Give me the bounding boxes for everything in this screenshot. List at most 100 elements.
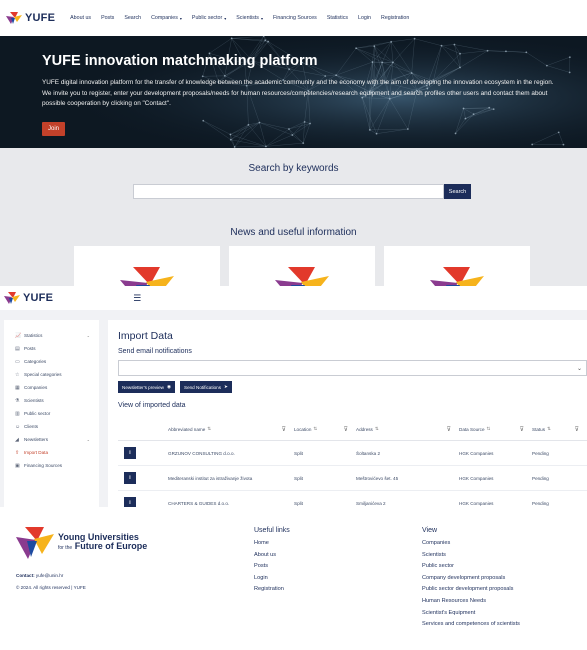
footer-link[interactable]: Services and competences of scientists: [422, 621, 520, 633]
sidebar-item-label: Scientists: [24, 398, 44, 403]
paper-plane-icon: ➤: [224, 384, 228, 389]
sort-icon[interactable]: ⇅: [547, 426, 551, 432]
chevron-down-icon: ▾: [260, 15, 263, 21]
nav-item-statistics[interactable]: Statistics: [322, 15, 353, 21]
search-section: Search by keywords Search News and usefu…: [0, 148, 587, 298]
cell-address: Meštrovićevo šet. 45: [356, 475, 399, 481]
admin-logo[interactable]: YUFE: [4, 292, 53, 304]
filter-icon[interactable]: ⊽: [520, 426, 524, 433]
info-button[interactable]: i: [124, 447, 136, 459]
send-notifications-label: Send Notifications: [184, 384, 222, 390]
institution-icon: ▥: [15, 410, 20, 417]
newsletter-preview-label: Newsletter's preview: [122, 384, 164, 390]
footer-link[interactable]: About us: [254, 552, 290, 564]
table-row[interactable]: i GRZUNOV CONSULTING d.o.o. Split Šoltanska…: [118, 441, 587, 466]
copyright-text: © 2024. All rights reserved | YUFE: [16, 585, 86, 590]
footer-link[interactable]: Public sector development proposals: [422, 586, 520, 598]
chevron-down-icon: ⌄: [576, 366, 582, 372]
useful-links-column: Useful links Home About us Posts Login Regis…: [254, 527, 290, 598]
footer-logo[interactable]: Young Universities for the Future of Eur…: [16, 527, 147, 559]
eye-icon: ◉: [166, 384, 171, 389]
yufe-logo[interactable]: YUFE: [6, 12, 55, 24]
search-button[interactable]: Search: [444, 184, 471, 199]
sort-icon[interactable]: ⇅: [207, 426, 211, 432]
filter-icon[interactable]: ⊽: [447, 426, 451, 433]
nav-menu: About us Posts Search Companies ▾ Public sect…: [65, 15, 414, 21]
footer-link[interactable]: Home: [254, 540, 290, 552]
footer-link[interactable]: Companies: [422, 540, 520, 552]
sidebar-item-newsletters[interactable]: ◢ Newsletters ⌄: [4, 433, 99, 446]
sidebar-item-special-categories[interactable]: ☆ Special categories: [4, 368, 99, 381]
yufe-star-icon: [16, 527, 54, 559]
header-location[interactable]: Location ⇅ ⊽: [294, 418, 356, 440]
nav-item-about-us[interactable]: About us: [65, 15, 96, 21]
document-icon: ▤: [15, 345, 20, 352]
sidebar-item-scientists[interactable]: ⚗ Scientists: [4, 394, 99, 407]
footer-link[interactable]: Scientists: [422, 552, 520, 564]
filter-icon[interactable]: ⊽: [575, 426, 579, 433]
top-navbar: YUFE About us Posts Search Companies ▾ Public…: [0, 0, 587, 36]
nav-item-label: Search: [124, 15, 142, 21]
admin-brand-name: YUFE: [23, 292, 54, 304]
sidebar-item-categories[interactable]: ▭ Categories: [4, 355, 99, 368]
nav-item-label: Financing Sources: [272, 15, 317, 21]
building-icon: ▦: [15, 384, 20, 391]
hamburger-menu-icon[interactable]: ☰: [133, 293, 141, 304]
cell-status: Pending: [532, 500, 549, 506]
table-row[interactable]: i Mediteranski institut za istraživanje ž…: [118, 466, 587, 491]
view-links-title: View: [422, 527, 438, 534]
nav-item-scientists[interactable]: Scientists ▾: [231, 15, 268, 21]
filter-icon[interactable]: ⊽: [344, 426, 348, 433]
info-button[interactable]: i: [124, 472, 136, 484]
import-data-panel: Import Data Send email notifications ⌄ N…: [108, 320, 587, 516]
nav-item-login[interactable]: Login: [353, 15, 376, 21]
footer-link[interactable]: Company development proposals: [422, 575, 520, 587]
header-address[interactable]: Address ⇅ ⊽: [356, 418, 459, 440]
cell-address: Šoltanska 2: [356, 450, 381, 456]
sidebar-item-companies[interactable]: ▦ Companies: [4, 381, 99, 394]
filter-icon[interactable]: ⊽: [282, 426, 286, 433]
send-notifications-button[interactable]: Send Notifications ➤: [180, 381, 232, 393]
cell-location: Split: [294, 450, 303, 456]
nav-item-search[interactable]: Search: [119, 15, 146, 21]
header-abbreviated-name[interactable]: Abbreviated name ⇅ ⊽: [168, 418, 294, 440]
admin-header: YUFE ☰: [0, 286, 587, 310]
nav-item-posts[interactable]: Posts: [96, 15, 119, 21]
email-notifications-select[interactable]: ⌄: [118, 360, 587, 376]
sidebar-item-public-sector[interactable]: ▥ Public sector: [4, 407, 99, 420]
header-status[interactable]: Status ⇅ ⊽: [532, 418, 587, 440]
sort-icon[interactable]: ⇅: [375, 426, 379, 432]
chevron-down-icon: ⌄: [86, 333, 90, 338]
footer-link[interactable]: Public sector: [422, 563, 520, 575]
cell-location: Split: [294, 500, 303, 506]
footer-link[interactable]: Human Resources Needs: [422, 598, 520, 610]
footer-link[interactable]: Posts: [254, 563, 290, 575]
footer-link[interactable]: Scientist's Equipment: [422, 610, 520, 622]
nav-item-public-sector[interactable]: Public sector ▾: [187, 15, 231, 21]
footer-link[interactable]: Registration: [254, 586, 290, 598]
sidebar-item-import-data[interactable]: ⇪ Import Data: [4, 446, 99, 459]
contact-email-link[interactable]: yufe@unin.hr: [36, 573, 63, 578]
folder-icon: ▭: [15, 358, 20, 365]
join-button[interactable]: Join: [42, 121, 66, 136]
nav-item-financing-sources[interactable]: Financing Sources: [268, 15, 322, 21]
nav-item-label: Public sector: [191, 15, 223, 21]
email-notifications-label: Send email notifications: [118, 348, 192, 355]
header-data-source[interactable]: Data Source ⇅ ⊽: [459, 418, 532, 440]
table-cell: i: [118, 472, 168, 484]
sidebar-item-posts[interactable]: ▤ Posts: [4, 342, 99, 355]
search-input[interactable]: [133, 184, 444, 199]
logo-line-2a: for the: [58, 545, 73, 551]
sort-icon[interactable]: ⇅: [313, 426, 317, 432]
imported-data-label: View of imported data: [118, 402, 186, 409]
sidebar-item-clients[interactable]: ☺ Clients: [4, 420, 99, 433]
nav-item-registration[interactable]: Registration: [376, 15, 414, 21]
notification-buttons: Newsletter's preview ◉ Send Notification…: [118, 381, 232, 393]
sort-icon[interactable]: ⇅: [487, 426, 491, 432]
nav-item-companies[interactable]: Companies ▾: [146, 15, 187, 21]
footer-link[interactable]: Login: [254, 575, 290, 587]
sidebar-item-financing-sources[interactable]: ▣ Financing Sources: [4, 459, 99, 472]
sidebar-item-label: Companies: [24, 385, 48, 390]
sidebar-item-statistics[interactable]: 📈 Statistics ⌄: [4, 329, 99, 342]
newsletter-preview-button[interactable]: Newsletter's preview ◉: [118, 381, 175, 393]
